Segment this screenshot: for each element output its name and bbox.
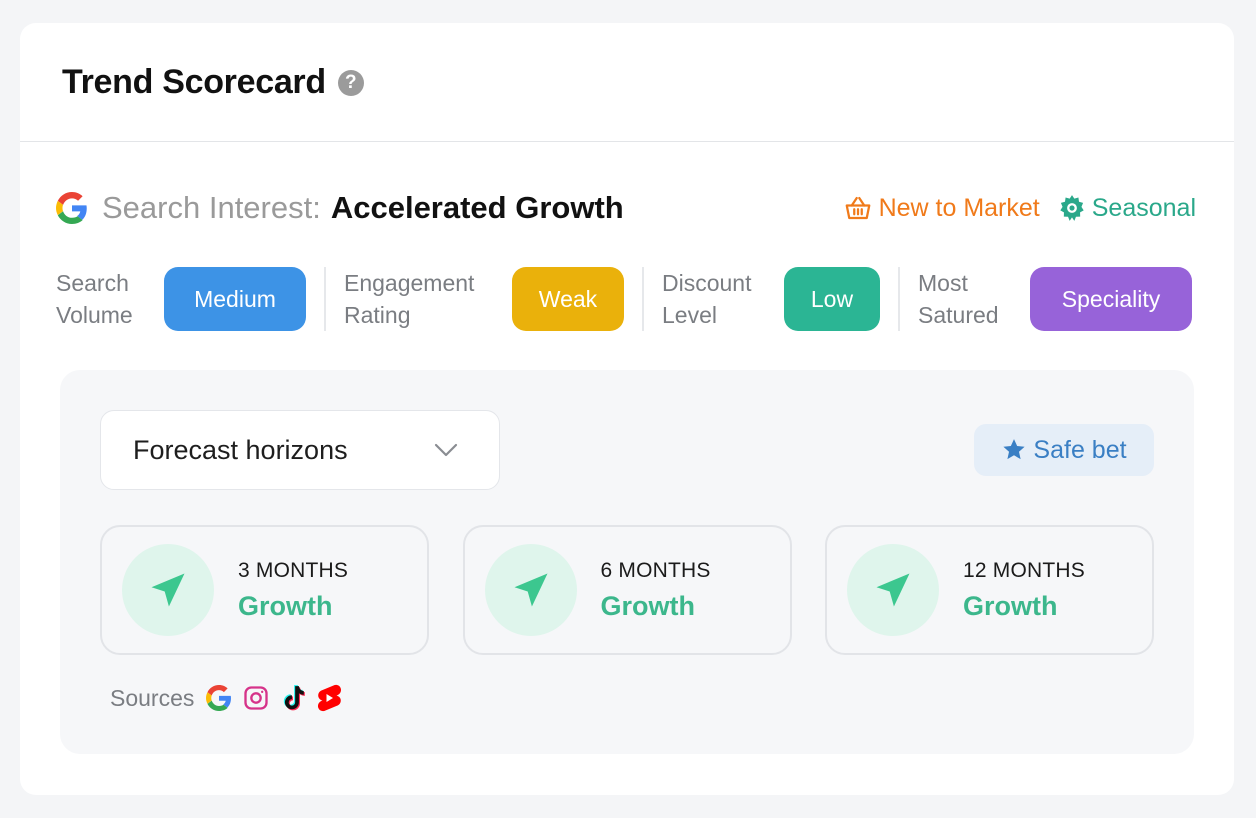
horizon-card-12-months: 12 MONTHS Growth: [825, 525, 1154, 655]
metric-label: Most Satured: [918, 267, 1030, 331]
tiktok-icon: [280, 684, 306, 712]
metric-label: Search Volume: [56, 267, 164, 331]
metric-pill-low: Low: [784, 267, 880, 331]
horizon-trend: Growth: [238, 590, 333, 621]
horizons-row: 3 MONTHS Growth 6 MONTHS Growth 12 MONTH…: [100, 525, 1154, 655]
tag-seasonal-label: Seasonal: [1091, 193, 1196, 222]
safe-bet-badge: Safe bet: [974, 424, 1154, 476]
metric-engagement-rating: Engagement Rating Weak: [344, 267, 624, 331]
growth-arrow-icon: [484, 544, 577, 636]
card-title: Trend Scorecard: [62, 62, 326, 101]
horizon-period: 3 MONTHS: [238, 558, 349, 582]
sources-row: Sources: [110, 680, 352, 716]
horizon-card-6-months: 6 MONTHS Growth: [462, 525, 792, 655]
metric-pill-medium: Medium: [164, 267, 306, 331]
safe-bet-label: Safe bet: [1033, 435, 1127, 464]
horizon-card-3-months: 3 MONTHS Growth: [100, 525, 429, 655]
search-interest-row: Search Interest: Accelerated Growth New …: [56, 187, 1196, 229]
metric-label-line1: Discount: [662, 270, 752, 296]
metric-label-line1: Engagement: [344, 270, 475, 296]
metric-label-line2: Satured: [918, 302, 999, 328]
metric-label: Engagement Rating: [344, 267, 512, 331]
forecast-panel: Forecast horizons Safe bet 3 MONTHS Grow…: [60, 370, 1194, 754]
search-interest-value: Accelerated Growth: [330, 190, 624, 225]
chevron-down-icon: [433, 442, 459, 458]
metric-label-line2: Rating: [344, 302, 411, 328]
metric-pill-weak: Weak: [512, 267, 624, 331]
horizon-period: 6 MONTHS: [600, 558, 711, 582]
metric-label-line1: Search: [56, 270, 129, 296]
divider: [898, 267, 900, 331]
youtube-shorts-icon: [316, 684, 342, 712]
metric-discount-level: Discount Level Low: [662, 267, 880, 331]
metric-label-line2: Volume: [56, 302, 133, 328]
tag-new-to-market: New to Market: [843, 193, 1040, 223]
forecast-horizons-dropdown[interactable]: Forecast horizons: [100, 410, 500, 490]
horizon-trend: Growth: [600, 590, 696, 621]
metric-label: Discount Level: [662, 267, 784, 331]
google-icon: [206, 685, 232, 711]
sources-label: Sources: [110, 684, 195, 711]
tag-new-to-market-label: New to Market: [878, 193, 1040, 222]
metric-label-line1: Most: [918, 270, 968, 296]
dropdown-label: Forecast horizons: [133, 434, 348, 465]
divider: [642, 267, 644, 331]
card-header: Trend Scorecard ?: [20, 23, 1234, 142]
metric-search-volume: Search Volume Medium: [56, 267, 306, 331]
growth-arrow-icon: [847, 544, 939, 636]
help-icon[interactable]: ?: [337, 70, 364, 96]
search-interest-label: Search Interest:: [102, 190, 321, 225]
trend-scorecard-card: Trend Scorecard ? Search Interest: Accel…: [20, 23, 1234, 795]
metric-most-satured: Most Satured Speciality: [918, 267, 1192, 331]
tags-group: New to Market Seasonal: [843, 193, 1196, 223]
gear-icon: [1060, 195, 1084, 221]
metric-label-line2: Level: [662, 302, 717, 328]
tag-seasonal: Seasonal: [1058, 194, 1196, 223]
growth-arrow-icon: [122, 544, 214, 636]
basket-icon: [845, 196, 870, 220]
instagram-icon: [242, 684, 270, 712]
metric-pill-speciality: Speciality: [1030, 267, 1192, 331]
google-icon: [56, 192, 88, 224]
divider: [324, 267, 326, 331]
star-icon: [1003, 439, 1026, 460]
metrics-row: Search Volume Medium Engagement Rating W…: [56, 266, 1196, 332]
horizon-period: 12 MONTHS: [963, 558, 1085, 582]
horizon-trend: Growth: [963, 590, 1058, 621]
